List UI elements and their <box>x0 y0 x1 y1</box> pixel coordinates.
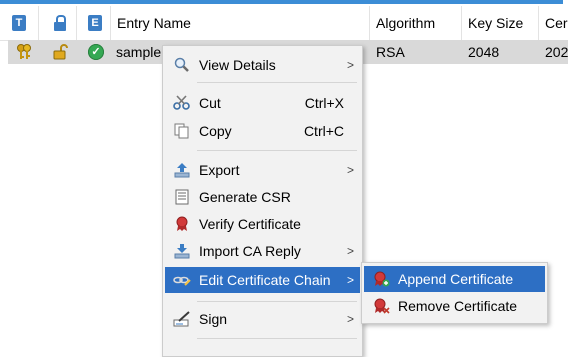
magnifier-icon <box>174 57 189 72</box>
menu-separator <box>197 338 357 339</box>
submenu-arrow-icon: > <box>346 312 354 326</box>
submenu-arrow-icon: > <box>346 58 354 72</box>
remove-certificate-icon <box>374 298 390 314</box>
algorithm-cell: RSA <box>376 44 405 60</box>
append-certificate-icon <box>374 271 390 287</box>
chain-edit-icon <box>173 276 191 286</box>
menu-item-edit-certificate-chain[interactable]: Edit Certificate Chain > <box>165 267 360 293</box>
menu-item-view-details[interactable]: View Details > <box>165 52 360 78</box>
key-pair-icon <box>17 44 31 59</box>
certificate-cell: 202 <box>545 44 568 60</box>
menu-item-verify-certificate[interactable]: Verify Certificate <box>165 211 360 237</box>
submenu-arrow-icon: > <box>346 273 354 287</box>
menu-item-sign[interactable]: Sign > <box>165 306 360 332</box>
menu-item-cut[interactable]: Cut Ctrl+X <box>165 90 360 116</box>
column-entry-name[interactable]: Entry Name <box>110 6 369 40</box>
menu-item-copy[interactable]: Copy Ctrl+C <box>165 118 360 144</box>
certificate-seal-icon <box>176 216 188 231</box>
valid-check-icon: ✓ <box>88 44 104 60</box>
csr-icon <box>175 189 189 205</box>
expiry-column-icon: E <box>88 15 102 31</box>
menu-item-import-ca-reply[interactable]: Import CA Reply > <box>165 238 360 264</box>
column-lock-header[interactable] <box>38 6 76 40</box>
import-icon <box>174 244 190 259</box>
menu-item-export[interactable]: Export > <box>165 157 360 183</box>
unlocked-padlock-icon <box>53 44 68 60</box>
menu-item-generate-csr[interactable]: Generate CSR <box>165 184 360 210</box>
submenu-item-remove-certificate[interactable]: Remove Certificate <box>364 293 545 319</box>
column-algorithm[interactable]: Algorithm <box>369 6 461 40</box>
sign-pen-icon <box>173 311 190 327</box>
lock-column-icon <box>53 15 67 31</box>
table-header: T E Entry Name Algorithm Key Size Cer <box>0 6 568 41</box>
menu-separator <box>197 82 357 83</box>
column-type-header[interactable]: T <box>0 6 38 40</box>
entry-name-cell: sample <box>116 44 162 60</box>
menu-separator <box>197 150 357 151</box>
column-expiry-header[interactable]: E <box>76 6 110 40</box>
copy-icon <box>174 123 189 139</box>
column-certificate[interactable]: Cer <box>538 6 568 40</box>
window-top-border <box>0 0 563 4</box>
submenu-arrow-icon: > <box>346 244 354 258</box>
submenu-arrow-icon: > <box>346 163 354 177</box>
submenu-item-append-certificate[interactable]: Append Certificate <box>364 266 545 292</box>
context-menu: View Details > Cut Ctrl+X Copy Ctrl+C Ex… <box>162 45 363 357</box>
type-column-icon: T <box>12 15 26 31</box>
shortcut-label: Ctrl+C <box>303 123 344 139</box>
edit-certificate-chain-submenu: Append Certificate Remove Certificate <box>361 262 548 324</box>
scissors-icon <box>173 95 190 110</box>
export-icon <box>174 163 190 178</box>
shortcut-label: Ctrl+X <box>304 95 344 111</box>
column-key-size[interactable]: Key Size <box>461 6 538 40</box>
menu-separator <box>197 301 357 302</box>
key-size-cell: 2048 <box>468 44 500 60</box>
